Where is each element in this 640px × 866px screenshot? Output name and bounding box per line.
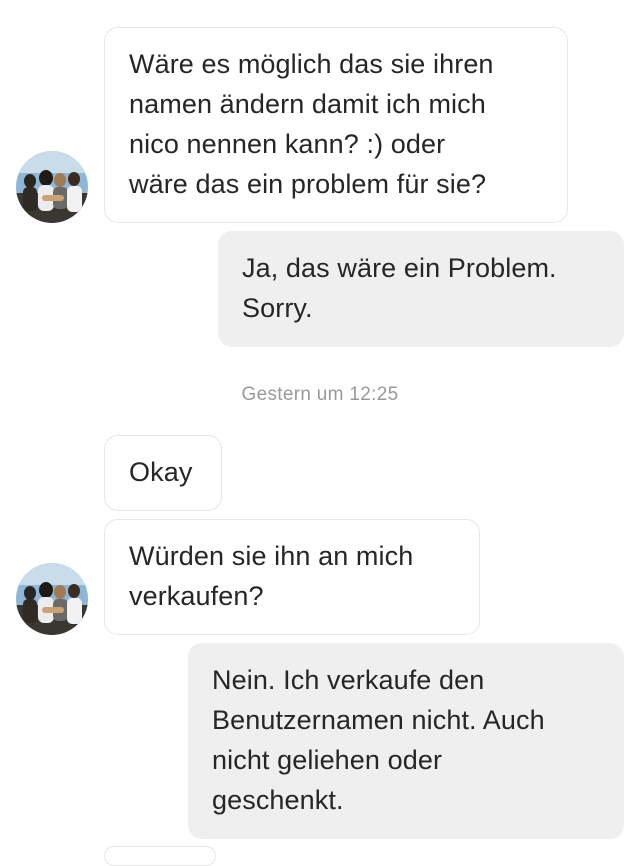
message-text-line: verkaufen?	[129, 581, 264, 611]
message-text-line: namen ändern damit ich mich	[129, 89, 486, 119]
message-text-line: geschenkt.	[212, 785, 344, 815]
message-bubble-incoming[interactable]: Okay	[104, 435, 222, 511]
message-bubble-outgoing[interactable]: Nein. Ich verkaufe den Benutzernamen nic…	[188, 643, 624, 839]
message-bubble-outgoing[interactable]: Ja, das wäre ein Problem. Sorry.	[218, 231, 624, 347]
message-text-line: Ja, das wäre ein Problem.	[242, 253, 557, 283]
sender-avatar[interactable]	[16, 563, 88, 635]
message-text-line: wäre das ein problem für sie?	[129, 169, 487, 199]
message-text-line: nico nennen kann? :) oder	[129, 129, 446, 159]
timestamp-divider: Gestern um 12:25	[241, 384, 399, 405]
avatar-photo-icon	[16, 151, 88, 223]
message-text-line: Nein. Ich verkaufe den	[212, 665, 485, 695]
message-text-line: Sorry.	[242, 293, 313, 323]
message-text-line: Würden sie ihn an mich	[129, 541, 414, 571]
message-text-line: Wäre es möglich das sie ihren	[129, 49, 494, 79]
message-text-line: nicht geliehen oder	[212, 745, 443, 775]
avatar-photo-icon	[16, 563, 88, 635]
message-text-line: Okay	[129, 457, 193, 487]
message-bubble-incoming[interactable]: Würden sie ihn an mich verkaufen?	[104, 519, 480, 635]
message-bubble-incoming-partial[interactable]	[104, 846, 216, 866]
message-bubble-incoming[interactable]: Wäre es möglich das sie ihren namen ände…	[104, 27, 568, 223]
sender-avatar[interactable]	[16, 151, 88, 223]
message-text-line: Benutzernamen nicht. Auch	[212, 705, 545, 735]
